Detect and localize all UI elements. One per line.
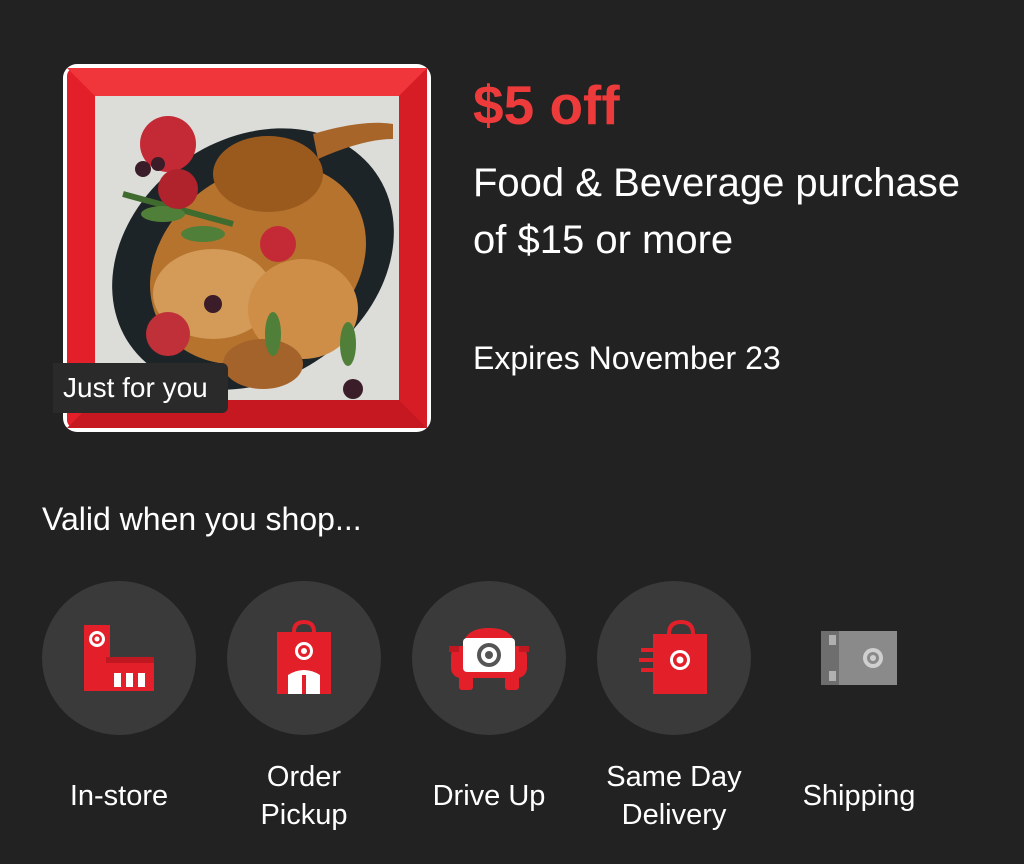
valid-heading: Valid when you shop... — [42, 501, 362, 537]
method-label: In-store — [69, 780, 169, 812]
car-icon — [449, 628, 529, 690]
method-circle[interactable] — [227, 581, 381, 735]
method-label: Same Day Delivery — [606, 761, 742, 831]
method-label: Shipping — [802, 780, 916, 812]
package-icon — [821, 631, 897, 685]
method-circle[interactable] — [597, 581, 751, 735]
method-order-pickup[interactable]: Order Pickup — [224, 581, 384, 831]
method-circle[interactable] — [412, 581, 566, 735]
offer-amount: $5 off — [473, 74, 620, 136]
method-label: Drive Up — [432, 780, 546, 812]
method-circle[interactable] — [782, 581, 936, 735]
method-same-day-delivery[interactable]: Same Day Delivery — [594, 581, 754, 831]
just-for-you-badge: Just for you — [53, 363, 228, 413]
shopping-bag-icon — [277, 620, 331, 694]
store-icon — [84, 625, 154, 691]
offer-description: Food & Beverage purchase of $15 or more — [473, 161, 960, 262]
method-drive-up[interactable]: Drive Up — [409, 581, 569, 812]
method-shipping[interactable]: Shipping — [779, 581, 939, 812]
method-in-store[interactable]: In-store — [39, 581, 199, 812]
delivery-bag-icon — [639, 620, 707, 694]
offer-expiration: Expires November 23 — [473, 340, 781, 376]
method-circle[interactable] — [42, 581, 196, 735]
method-label: Order Pickup — [260, 761, 348, 831]
